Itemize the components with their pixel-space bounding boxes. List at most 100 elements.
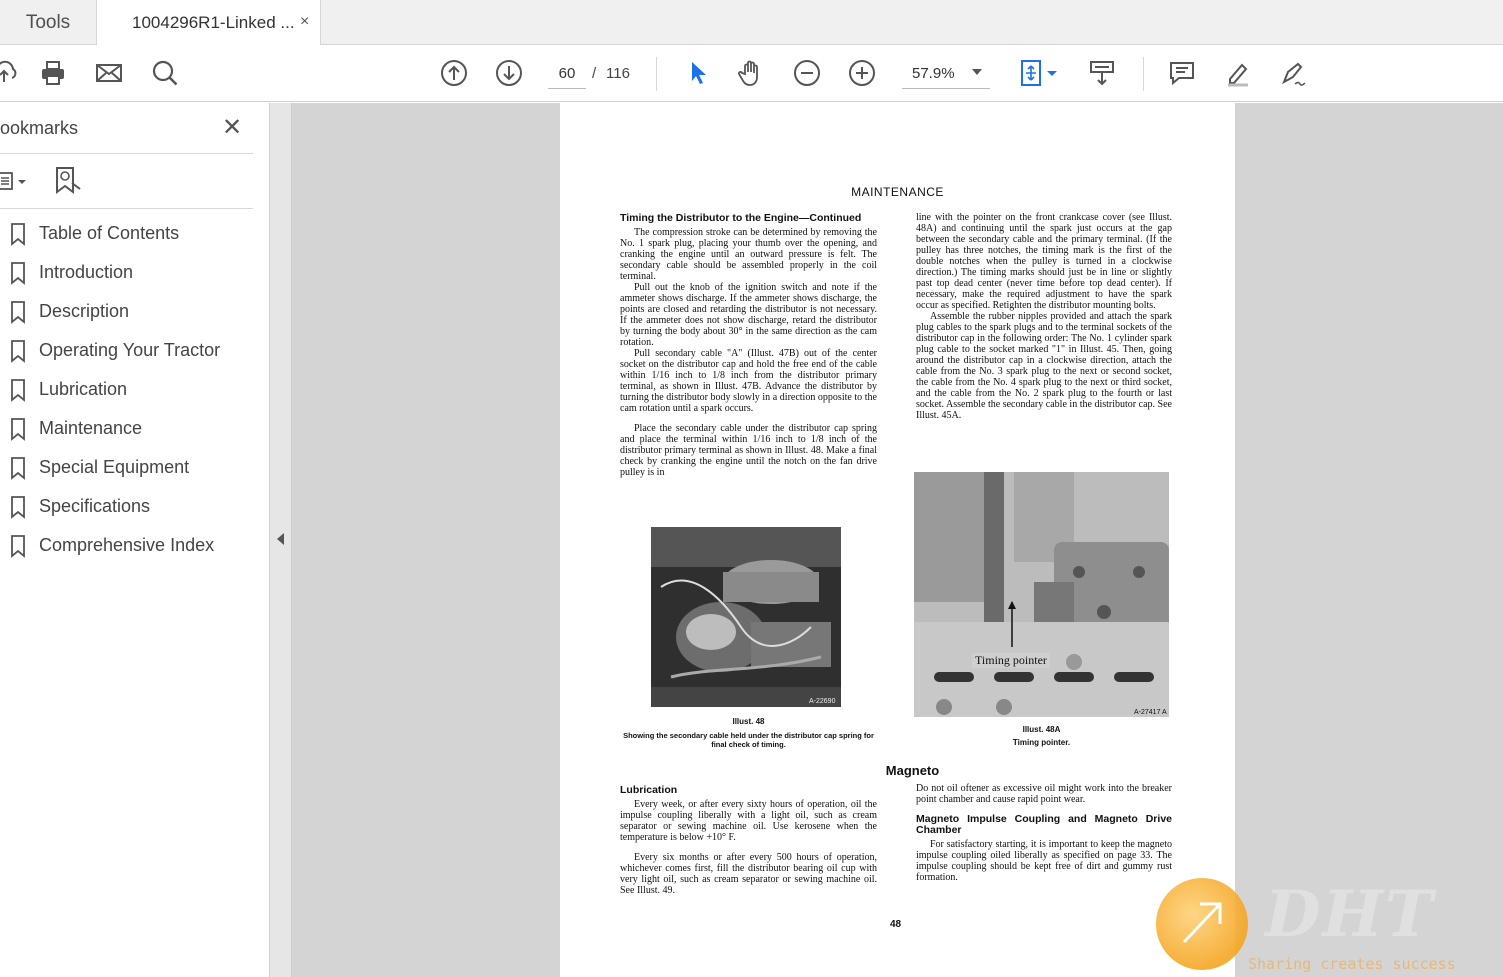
bookmark-operating-your-tractor[interactable]: Operating Your Tractor	[0, 331, 253, 370]
print-icon[interactable]	[37, 57, 69, 89]
panel-divider	[0, 153, 253, 154]
paragraph: Pull secondary cable "A" (Illust. 47B) o…	[620, 348, 877, 414]
caption-title: Illust. 48	[732, 717, 765, 726]
bookmark-table-of-contents[interactable]: Table of Contents	[0, 214, 253, 253]
zoom-in-icon[interactable]	[846, 57, 878, 89]
tab-document[interactable]: 1004296R1-Linked ...	[97, 0, 321, 46]
hand-tool-icon[interactable]	[735, 57, 767, 89]
select-cursor-icon[interactable]	[682, 57, 714, 89]
previous-page-icon[interactable]	[438, 57, 470, 89]
bookmark-icon	[11, 301, 25, 324]
bookmark-comprehensive-index[interactable]: Comprehensive Index	[0, 526, 253, 565]
tab-tools[interactable]: Tools	[0, 0, 97, 45]
paragraph: line with the pointer on the front crank…	[916, 212, 1172, 311]
bookmark-list: Table of Contents Introduction Descripti…	[0, 214, 253, 565]
zoom-out-icon[interactable]	[791, 57, 823, 89]
toolbar: 60 / 116 57.9%	[0, 45, 1503, 102]
bookmark-label: Lubrication	[39, 379, 128, 399]
left-column: Timing the Distributor to the Engine—Con…	[620, 212, 877, 479]
bookmark-label: Operating Your Tractor	[39, 340, 221, 360]
bookmark-specifications[interactable]: Specifications	[0, 487, 253, 526]
bookmarks-panel: ookmarks ✕ Table of Contents Introductio…	[0, 103, 270, 977]
tab-close-icon[interactable]: ×	[300, 13, 309, 31]
illustration-48a-photo: A-27417 A	[914, 472, 1169, 717]
toolbar-divider	[1143, 57, 1144, 91]
toolbar-divider	[656, 57, 657, 91]
page-separator: /	[592, 65, 597, 82]
photo-code: A-27417 A	[1134, 709, 1167, 716]
section-title: Magneto Impulse Coupling and Magneto Dri…	[916, 813, 1172, 836]
upload-icon[interactable]	[0, 57, 20, 89]
right-column: line with the pointer on the front crank…	[916, 212, 1172, 421]
caption-illust-48: Illust. 48 Showing the secondary cable h…	[620, 717, 877, 749]
page-total: 116	[606, 65, 630, 82]
bookmark-maintenance[interactable]: Maintenance	[0, 409, 253, 448]
watermark-logo-text: DHT	[1265, 877, 1435, 952]
section-title: Lubrication	[620, 784, 678, 796]
new-bookmark-icon[interactable]	[54, 165, 82, 195]
bookmark-icon	[11, 340, 25, 363]
bookmark-lubrication[interactable]: Lubrication	[0, 370, 253, 409]
paragraph: The compression stroke can be determined…	[620, 227, 877, 282]
bookmark-label: Description	[39, 301, 130, 321]
magneto-heading: Magneto	[885, 763, 940, 778]
page-number-input[interactable]: 60	[548, 59, 586, 89]
paragraph: Assemble the rubber nipples provided and…	[916, 311, 1172, 421]
photo-code: A-22690	[809, 698, 836, 705]
bookmark-label: Maintenance	[39, 418, 143, 438]
email-icon[interactable]	[93, 57, 125, 89]
bookmark-label: Comprehensive Index	[39, 535, 215, 555]
fit-page-dropdown-icon[interactable]	[1042, 57, 1062, 89]
caption-title: Illust. 48A	[1022, 725, 1061, 734]
collapse-arrow-icon[interactable]	[277, 533, 284, 545]
bookmark-icon	[11, 262, 25, 285]
watermark-tagline: Sharing creates success	[1248, 955, 1456, 973]
paragraph: Every six months or after every 500 hour…	[620, 852, 877, 896]
bookmarks-panel-title: ookmarks	[0, 118, 79, 138]
bookmark-icon	[11, 457, 25, 480]
magneto-right-column: Do not oil oftener as excessive oil migh…	[916, 783, 1172, 883]
bookmark-icon	[11, 223, 25, 246]
section-title: Timing the Distributor to the Engine—Con…	[620, 212, 862, 224]
bookmark-icon	[11, 535, 25, 558]
watermark: DHT Sharing creates success	[1150, 875, 1503, 977]
paragraph: Every week, or after every sixty hours o…	[620, 799, 877, 843]
tab-bar: Tools 1004296R1-Linked ... ×	[0, 0, 1503, 46]
bookmark-icon	[11, 496, 25, 519]
bookmark-label: Special Equipment	[39, 457, 190, 477]
sign-icon[interactable]	[1277, 57, 1309, 89]
page-heading: MAINTENANCE	[851, 185, 944, 199]
bookmark-icon	[11, 379, 25, 402]
bookmark-icon	[11, 418, 25, 441]
caption-text: Showing the secondary cable held under t…	[623, 731, 874, 749]
bookmark-label: Introduction	[39, 262, 134, 282]
page-number: 48	[890, 919, 902, 930]
paragraph: Place the secondary cable under the dist…	[620, 423, 877, 478]
paragraph: Pull out the knob of the ignition switch…	[620, 282, 877, 348]
bookmark-introduction[interactable]: Introduction	[0, 253, 253, 292]
paragraph: For satisfactory starting, it is importa…	[916, 839, 1172, 883]
illustration-48-photo: A-22690	[651, 527, 841, 707]
panel-divider	[0, 208, 253, 209]
caption-text: Timing pointer.	[1012, 738, 1071, 747]
arrow-icon	[1182, 902, 1222, 944]
magneto-left-column: Lubrication Every week, or after every s…	[620, 784, 877, 897]
timing-pointer-callout: Timing pointer	[972, 653, 1050, 668]
next-page-icon[interactable]	[493, 57, 525, 89]
zoom-level-value: 57.9%	[912, 65, 955, 82]
bookmark-options-icon[interactable]	[0, 169, 32, 195]
bookmark-special-equipment[interactable]: Special Equipment	[0, 448, 253, 487]
comment-icon[interactable]	[1166, 57, 1198, 89]
tab-document-label: 1004296R1-Linked ...	[132, 13, 295, 32]
close-panel-icon[interactable]: ✕	[222, 113, 242, 142]
bookmark-label: Specifications	[39, 496, 151, 516]
highlight-pen-icon[interactable]	[1222, 57, 1254, 89]
paragraph: Do not oil oftener as excessive oil migh…	[916, 783, 1172, 805]
search-icon[interactable]	[149, 57, 181, 89]
panel-collapse-handle[interactable]	[270, 103, 292, 977]
scroll-mode-icon[interactable]	[1086, 57, 1118, 89]
bookmark-label: Table of Contents	[39, 223, 180, 243]
bookmark-description[interactable]: Description	[0, 292, 253, 331]
zoom-dropdown-icon[interactable]	[972, 69, 982, 75]
caption-illust-48a: Illust. 48A Timing pointer.	[914, 725, 1169, 747]
